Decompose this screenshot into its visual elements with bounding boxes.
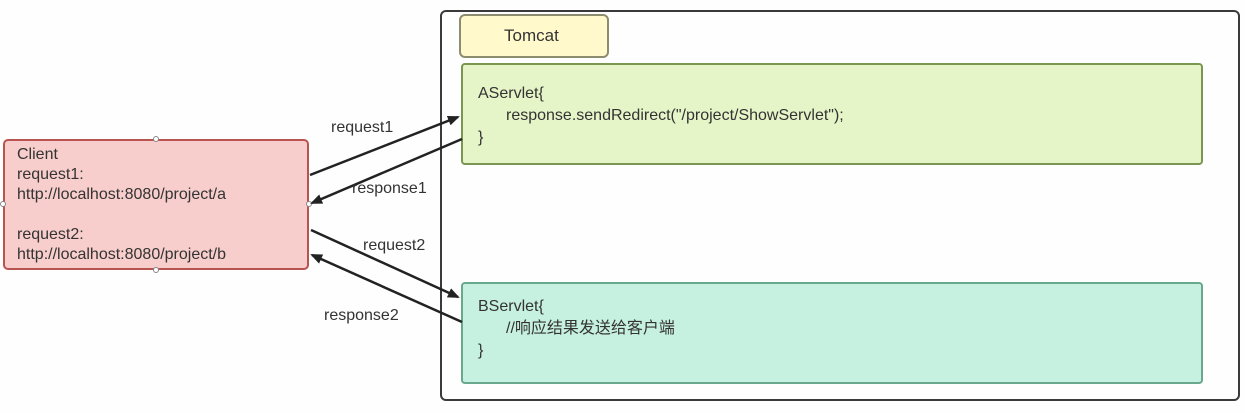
response2-label: response2: [324, 307, 399, 324]
request1-label: request1: [331, 119, 394, 136]
response1-label: response1: [352, 180, 427, 197]
request2-label: request2: [363, 237, 426, 254]
arrows-layer: [309, 115, 463, 324]
